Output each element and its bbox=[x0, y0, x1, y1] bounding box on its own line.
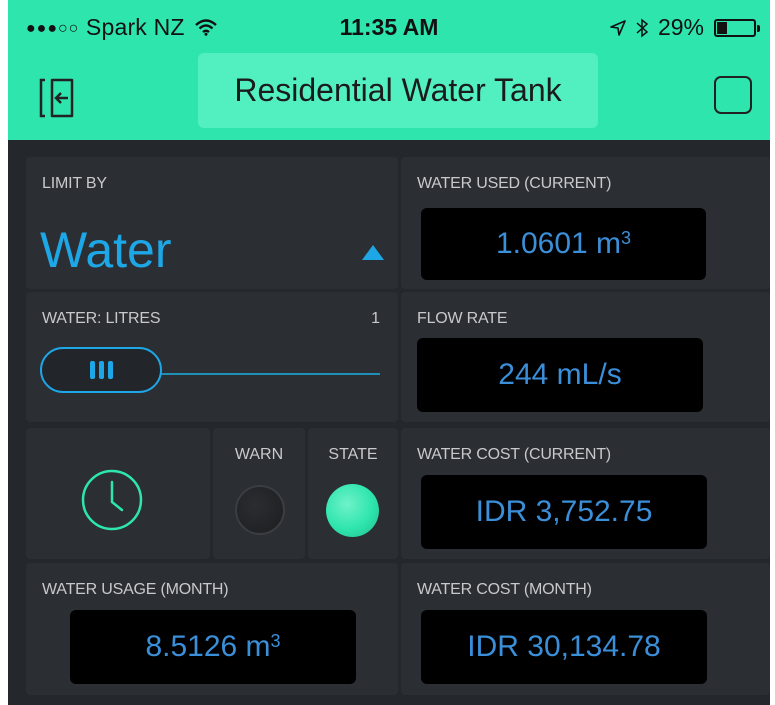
flow-rate-display: 244 mL/s bbox=[417, 338, 703, 412]
water-used-current-display: 1.0601 m3 bbox=[421, 208, 706, 280]
water-usage-month-label: WATER USAGE (MONTH) bbox=[42, 581, 229, 598]
water-cost-month-label: WATER COST (MONTH) bbox=[417, 581, 592, 598]
bluetooth-icon bbox=[636, 17, 648, 38]
state-led-tile: STATE bbox=[308, 428, 398, 559]
timer-tile[interactable] bbox=[26, 428, 210, 559]
water-usage-month-unit-exponent: 3 bbox=[270, 630, 281, 651]
water-usage-month-display: 8.5126 m3 bbox=[70, 610, 356, 684]
app-header: Residential Water Tank bbox=[8, 53, 770, 140]
water-cost-month-tile: WATER COST (MONTH) IDR 30,134.78 bbox=[401, 563, 770, 695]
dropdown-arrow-icon[interactable] bbox=[362, 245, 384, 260]
warn-label: WARN bbox=[234, 446, 284, 463]
app-screen: ●●●○○ Spark NZ 11:35 AM 29% Residential … bbox=[8, 0, 770, 705]
water-litres-label: WATER: LITRES bbox=[42, 310, 161, 327]
exit-icon bbox=[39, 78, 74, 118]
battery-icon bbox=[714, 18, 760, 37]
flow-rate-label: FLOW RATE bbox=[417, 310, 508, 327]
limit-by-value: Water bbox=[40, 222, 172, 278]
water-used-current-unit-exponent: 3 bbox=[621, 227, 632, 248]
water-used-current-value: 1.0601 m bbox=[495, 227, 622, 260]
slider-grip-icon bbox=[90, 361, 114, 379]
state-label: STATE bbox=[328, 446, 378, 463]
clock-icon bbox=[81, 469, 143, 531]
status-bar: ●●●○○ Spark NZ 11:35 AM 29% bbox=[8, 0, 770, 58]
page-title: Residential Water Tank bbox=[198, 53, 598, 128]
flow-rate-value: 244 mL/s bbox=[498, 358, 622, 391]
water-cost-current-label: WATER COST (CURRENT) bbox=[417, 446, 611, 463]
water-used-current-tile: WATER USED (CURRENT) 1.0601 m3 bbox=[401, 157, 770, 289]
limit-by-dropdown[interactable]: LIMIT BY Water bbox=[26, 157, 398, 289]
water-cost-current-value: IDR 3,752.75 bbox=[475, 495, 653, 528]
battery-fill bbox=[717, 21, 728, 34]
exit-button[interactable] bbox=[38, 75, 84, 121]
water-used-current-label: WATER USED (CURRENT) bbox=[417, 175, 612, 192]
water-cost-month-display: IDR 30,134.78 bbox=[421, 610, 707, 684]
water-cost-current-display: IDR 3,752.75 bbox=[421, 475, 707, 549]
warn-led-tile: WARN bbox=[213, 428, 305, 559]
water-usage-month-value: 8.5126 m bbox=[145, 630, 271, 663]
water-litres-slider-tile: WATER: LITRES 1 bbox=[26, 292, 398, 422]
water-cost-current-tile: WATER COST (CURRENT) IDR 3,752.75 bbox=[401, 428, 770, 559]
water-usage-month-tile: WATER USAGE (MONTH) 8.5126 m3 bbox=[26, 563, 398, 695]
warn-led bbox=[235, 485, 285, 535]
slider-handle[interactable] bbox=[40, 347, 162, 393]
stop-icon[interactable] bbox=[714, 76, 752, 114]
slider-track[interactable] bbox=[146, 373, 380, 375]
slider-value: 1 bbox=[371, 310, 380, 327]
limit-by-label: LIMIT BY bbox=[42, 175, 107, 192]
flow-rate-tile: FLOW RATE 244 mL/s bbox=[401, 292, 770, 422]
location-arrow-icon bbox=[610, 19, 626, 36]
battery-percent: 29% bbox=[657, 14, 704, 40]
status-right: 29% bbox=[610, 14, 760, 41]
water-cost-month-value: IDR 30,134.78 bbox=[467, 630, 661, 663]
state-led bbox=[326, 484, 379, 537]
